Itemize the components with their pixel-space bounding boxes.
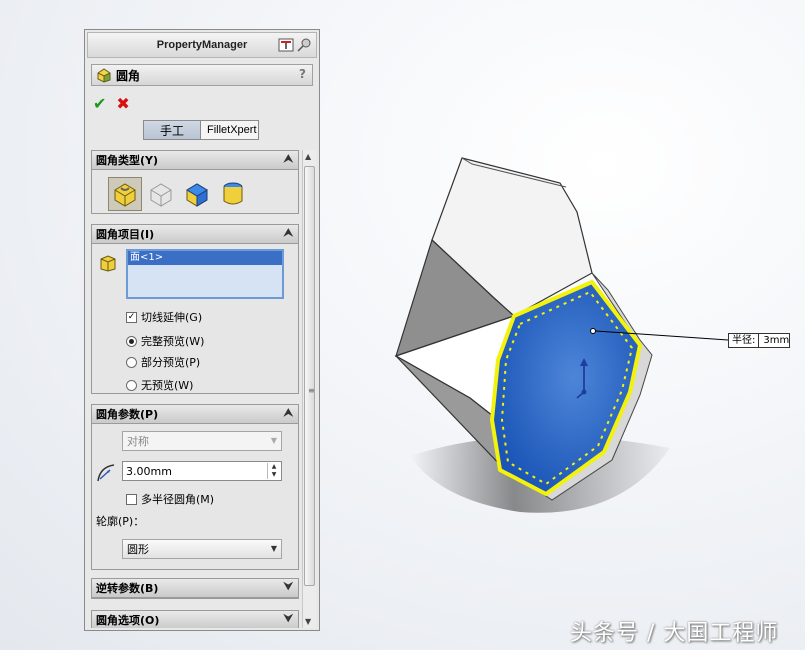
property-manager-title: PropertyManager bbox=[87, 32, 317, 58]
face-selection-icon bbox=[100, 255, 116, 272]
full-round-fillet-button[interactable] bbox=[216, 177, 250, 211]
partial-preview-row[interactable]: 部分预览(P) bbox=[126, 354, 200, 370]
full-preview-label: 完整预览(W) bbox=[141, 335, 205, 348]
radius-icon bbox=[97, 464, 115, 482]
help-button[interactable]: ? bbox=[299, 67, 306, 81]
expand-chevron-icon[interactable]: ⮟ bbox=[284, 580, 293, 594]
mode-tabs: 手工 FilletXpert bbox=[143, 120, 259, 140]
pushpin-icon[interactable] bbox=[296, 37, 312, 53]
property-scroll-area: 圆角类型(Y) ⮝ 圆角项目(I) ⮝ 面<1> ✓ 切线延伸(G) 完整预览(… bbox=[91, 150, 299, 628]
radius-input[interactable]: 3.00mm ▲ ▼ bbox=[122, 461, 282, 481]
tangent-propagation-checkbox[interactable]: ✓ bbox=[126, 311, 137, 323]
property-manager-title-text: PropertyManager bbox=[156, 39, 248, 51]
property-manager-panel: PropertyManager 圆角 ? ✔ ✖ 手工 FilletXpert bbox=[84, 29, 320, 631]
fillet-type-header[interactable]: 圆角类型(Y) ⮝ bbox=[92, 151, 298, 170]
grip-icon: ≡ bbox=[308, 386, 315, 395]
no-preview-radio[interactable] bbox=[126, 379, 137, 391]
no-preview-label: 无预览(W) bbox=[141, 379, 194, 392]
fillet-feature-icon bbox=[97, 68, 111, 83]
full-round-fillet-icon bbox=[223, 182, 243, 205]
collapse-chevron-icon[interactable]: ⮝ bbox=[284, 406, 293, 420]
cancel-button[interactable]: ✖ bbox=[116, 94, 129, 113]
collapse-chevron-icon[interactable]: ⮝ bbox=[284, 226, 293, 240]
vertical-scrollbar[interactable]: ▲ ≡ ▼ bbox=[302, 150, 316, 628]
face-fillet-button[interactable] bbox=[180, 177, 214, 211]
profile-label: 轮廓(P)： bbox=[96, 515, 145, 528]
full-preview-row[interactable]: 完整预览(W) bbox=[126, 333, 204, 349]
setback-header[interactable]: 逆转参数(B) ⮟ bbox=[92, 579, 298, 598]
tab-manual[interactable]: 手工 bbox=[143, 120, 201, 140]
constant-radius-fillet-button[interactable] bbox=[108, 177, 142, 211]
pin-panel-icon[interactable] bbox=[278, 37, 294, 53]
full-preview-radio[interactable] bbox=[126, 335, 137, 347]
ok-button[interactable]: ✔ bbox=[93, 94, 106, 113]
face-fillet-icon bbox=[186, 183, 208, 207]
scroll-up-arrow-icon[interactable]: ▲ bbox=[305, 152, 311, 161]
fillet-items-group: 圆角项目(I) ⮝ 面<1> ✓ 切线延伸(G) 完整预览(W) 部分预览(P) bbox=[91, 224, 299, 394]
scroll-down-arrow-icon[interactable]: ▼ bbox=[305, 617, 311, 626]
fillet-options-header[interactable]: 圆角选项(O) ⮟ bbox=[92, 611, 298, 628]
tangent-propagation-label: 切线延伸(G) bbox=[141, 311, 203, 324]
variable-radius-fillet-icon bbox=[150, 183, 172, 207]
tangent-propagation-row[interactable]: ✓ 切线延伸(G) bbox=[126, 309, 202, 325]
profile-dropdown[interactable]: 圆形 ▼ bbox=[122, 539, 282, 559]
multi-radius-checkbox[interactable] bbox=[126, 493, 137, 505]
fillet-parameters-header[interactable]: 圆角参数(P) ⮝ bbox=[92, 405, 298, 424]
variable-radius-fillet-button[interactable] bbox=[144, 177, 178, 211]
tab-filletxpert[interactable]: FilletXpert bbox=[201, 120, 259, 140]
fillet-items-header[interactable]: 圆角项目(I) ⮝ bbox=[92, 225, 298, 244]
radius-callout-label: 半径: bbox=[729, 334, 760, 347]
setback-group: 逆转参数(B) ⮟ bbox=[91, 578, 299, 599]
radius-callout[interactable]: 半径: 3mm bbox=[728, 333, 791, 348]
multi-radius-label: 多半径圆角(M) bbox=[141, 493, 215, 506]
feature-header: 圆角 ? bbox=[91, 64, 313, 86]
fillet-parameters-group: 圆角参数(P) ⮝ 对称 ▼ 3.00mm ▲ ▼ 多半径圆角(M) 轮廓(P)： bbox=[91, 404, 299, 570]
collapse-chevron-icon[interactable]: ⮝ bbox=[284, 152, 293, 166]
symmetry-dropdown: 对称 ▼ bbox=[122, 431, 282, 451]
chevron-down-icon: ▼ bbox=[270, 436, 277, 445]
partial-preview-label: 部分预览(P) bbox=[141, 356, 201, 369]
no-preview-row[interactable]: 无预览(W) bbox=[126, 377, 193, 393]
scrollbar-thumb[interactable]: ≡ bbox=[304, 166, 315, 586]
constant-radius-fillet-icon bbox=[114, 183, 136, 207]
radius-spinner[interactable]: ▲ ▼ bbox=[267, 463, 280, 479]
fillet-type-group: 圆角类型(Y) ⮝ bbox=[91, 150, 299, 214]
graphics-viewport[interactable] bbox=[330, 0, 805, 650]
multi-radius-row[interactable]: 多半径圆角(M) bbox=[126, 491, 214, 507]
list-item[interactable]: 面<1> bbox=[128, 251, 282, 265]
radius-callout-value[interactable]: 3mm bbox=[759, 334, 789, 347]
chevron-down-icon: ▼ bbox=[270, 544, 277, 553]
selection-list[interactable]: 面<1> bbox=[126, 249, 284, 299]
fillet-options-group: 圆角选项(O) ⮟ bbox=[91, 610, 299, 628]
partial-preview-radio[interactable] bbox=[126, 356, 137, 368]
feature-title: 圆角 bbox=[116, 68, 141, 83]
expand-chevron-icon[interactable]: ⮟ bbox=[284, 612, 293, 626]
watermark-text: 头条号 / 大国工程师 bbox=[570, 621, 779, 646]
